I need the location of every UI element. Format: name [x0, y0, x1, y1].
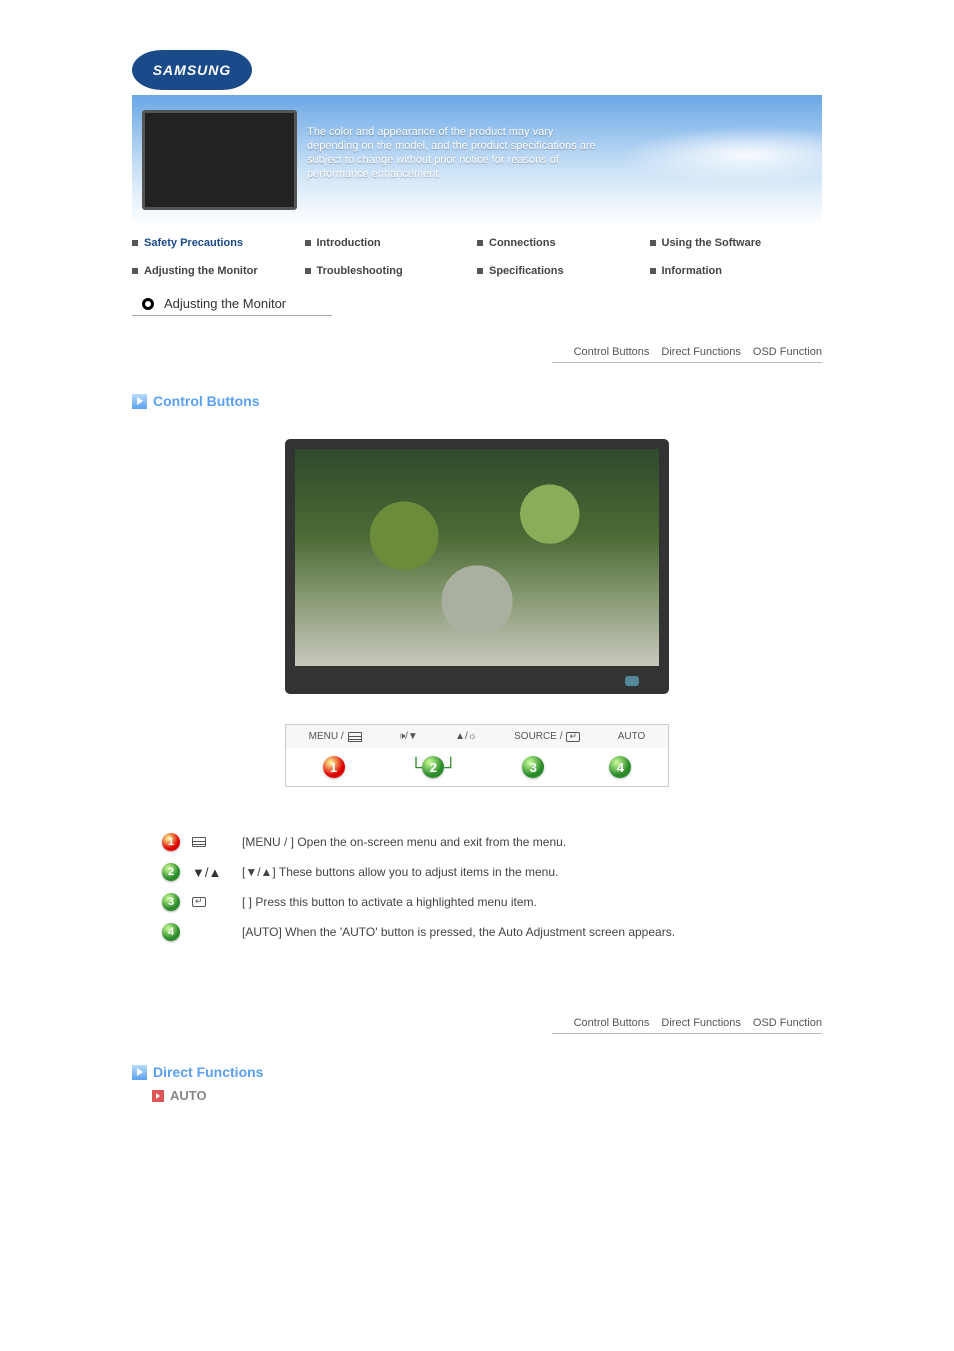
section-title: Adjusting the Monitor — [164, 296, 286, 311]
nav-adjusting-monitor[interactable]: Adjusting the Monitor — [132, 261, 305, 281]
legend-glyph: ▼/▲ — [192, 865, 232, 880]
section-circle-icon — [142, 298, 154, 310]
nav-bullet-icon — [477, 268, 483, 274]
strip-label-text: MENU / — [309, 731, 344, 742]
nav-bullet-icon — [305, 240, 311, 246]
nav-label: Using the Software — [662, 237, 762, 249]
legend-desc: [ ] Press this button to activate a high… — [242, 895, 537, 909]
brightness-up-icon: ▲/☼ — [455, 731, 477, 742]
nav-safety-precautions[interactable]: Safety Precautions — [132, 233, 305, 253]
legend-desc: [MENU / ] Open the on-screen menu and ex… — [242, 835, 566, 849]
hero-banner: The color and appearance of the product … — [132, 95, 822, 225]
legend-glyph — [192, 897, 232, 907]
subnav-osd-function[interactable]: OSD Function — [753, 346, 822, 358]
sub-heading-auto: AUTO — [132, 1088, 822, 1103]
subnav-osd-function[interactable]: OSD Function — [753, 1017, 822, 1029]
nav-label: Safety Precautions — [144, 237, 243, 249]
section-heading-control-buttons: Control Buttons — [132, 393, 822, 409]
legend-row-1: 1 [MENU / ] Open the on-screen menu and … — [162, 827, 822, 857]
bracket-left-icon: └ — [410, 757, 423, 778]
legend-row-2: 2 ▼/▲ [▼/▲] These buttons allow you to a… — [162, 857, 822, 887]
nav-label: Connections — [489, 237, 556, 249]
strip-label-text: SOURCE / — [514, 731, 562, 742]
menu-icon — [348, 732, 362, 742]
nav-row-1: Safety Precautions Introduction Connecti… — [132, 233, 822, 253]
nav-bullet-icon — [132, 268, 138, 274]
sub-heading-text: AUTO — [170, 1088, 207, 1103]
nav-label: Information — [662, 265, 723, 277]
subnav-2: Control Buttons Direct Functions OSD Fun… — [552, 1017, 822, 1034]
subnav-control-buttons[interactable]: Control Buttons — [574, 346, 650, 358]
brand-text: SAMSUNG — [153, 62, 232, 78]
strip-number-4: 4 — [609, 756, 631, 778]
subnav-control-buttons[interactable]: Control Buttons — [574, 1017, 650, 1029]
strip-numbers-row: 1 └ 2 ┘ 3 4 — [286, 748, 668, 786]
legend-desc: [▼/▲] These buttons allow you to adjust … — [242, 865, 558, 879]
legend-glyph — [192, 837, 232, 847]
nav-bullet-icon — [477, 240, 483, 246]
banner-text: The color and appearance of the product … — [307, 125, 597, 181]
bracket-right-icon: ┘ — [444, 757, 457, 778]
subnav: Control Buttons Direct Functions OSD Fun… — [552, 346, 822, 363]
strip-labels-row: MENU / 🕩/▼ ▲/☼ SOURCE / AUTO — [286, 725, 668, 748]
sub-bullet-icon — [152, 1090, 164, 1102]
nav-label: Adjusting the Monitor — [144, 265, 258, 277]
section-title-bar: Adjusting the Monitor — [132, 296, 332, 316]
nav-label: Specifications — [489, 265, 564, 277]
number-badge: 3 — [522, 756, 544, 778]
brand-logo: SAMSUNG — [132, 50, 252, 90]
play-icon — [132, 394, 147, 409]
strip-label-text: AUTO — [618, 731, 646, 742]
play-icon — [132, 1065, 147, 1080]
heading-text: Direct Functions — [153, 1064, 263, 1080]
nav-bullet-icon — [305, 268, 311, 274]
strip-number-3: 3 — [522, 756, 544, 778]
section-heading-direct-functions: Direct Functions — [132, 1064, 822, 1080]
subnav-direct-functions[interactable]: Direct Functions — [661, 346, 740, 358]
volume-down-icon: 🕩/▼ — [399, 731, 418, 742]
strip-number-2-bracket: └ 2 ┘ — [410, 756, 458, 778]
number-badge: 2 — [422, 756, 444, 778]
strip-label-volume-down: 🕩/▼ — [399, 731, 418, 742]
nav-introduction[interactable]: Introduction — [305, 233, 478, 253]
strip-label-auto: AUTO — [618, 731, 646, 742]
nav-using-software[interactable]: Using the Software — [650, 233, 823, 253]
control-buttons-strip: MENU / 🕩/▼ ▲/☼ SOURCE / AUTO 1 └ 2 ┘ — [285, 724, 669, 787]
nav-label: Introduction — [317, 237, 381, 249]
number-badge: 1 — [323, 756, 345, 778]
nav-connections[interactable]: Connections — [477, 233, 650, 253]
monitor-display-illustration — [285, 439, 669, 694]
nav-bullet-icon — [650, 240, 656, 246]
control-buttons-legend: 1 [MENU / ] Open the on-screen menu and … — [162, 827, 822, 947]
subnav-direct-functions[interactable]: Direct Functions — [661, 1017, 740, 1029]
nav-label: Troubleshooting — [317, 265, 403, 277]
menu-icon — [192, 837, 206, 847]
strip-number-1: 1 — [323, 756, 345, 778]
nav-information[interactable]: Information — [650, 261, 823, 281]
nav-troubleshooting[interactable]: Troubleshooting — [305, 261, 478, 281]
heading-text: Control Buttons — [153, 393, 260, 409]
legend-number-badge: 4 — [162, 923, 180, 941]
strip-label-source: SOURCE / — [514, 731, 580, 742]
legend-row-3: 3 [ ] Press this button to activate a hi… — [162, 887, 822, 917]
strip-label-brightness-up: ▲/☼ — [455, 731, 477, 742]
enter-icon — [192, 897, 206, 907]
enter-icon — [566, 732, 580, 742]
strip-label-menu: MENU / — [309, 731, 362, 742]
nav-bullet-icon — [650, 268, 656, 274]
nav-specifications[interactable]: Specifications — [477, 261, 650, 281]
legend-number-badge: 1 — [162, 833, 180, 851]
nav-bullet-icon — [132, 240, 138, 246]
legend-row-4: 4 [AUTO] When the 'AUTO' button is press… — [162, 917, 822, 947]
legend-desc: [AUTO] When the 'AUTO' button is pressed… — [242, 925, 675, 939]
legend-number-badge: 2 — [162, 863, 180, 881]
number-badge: 4 — [609, 756, 631, 778]
banner-monitor-illustration — [142, 110, 297, 210]
legend-number-badge: 3 — [162, 893, 180, 911]
banner-swoosh — [576, 105, 822, 205]
nav-row-2: Adjusting the Monitor Troubleshooting Sp… — [132, 261, 822, 281]
